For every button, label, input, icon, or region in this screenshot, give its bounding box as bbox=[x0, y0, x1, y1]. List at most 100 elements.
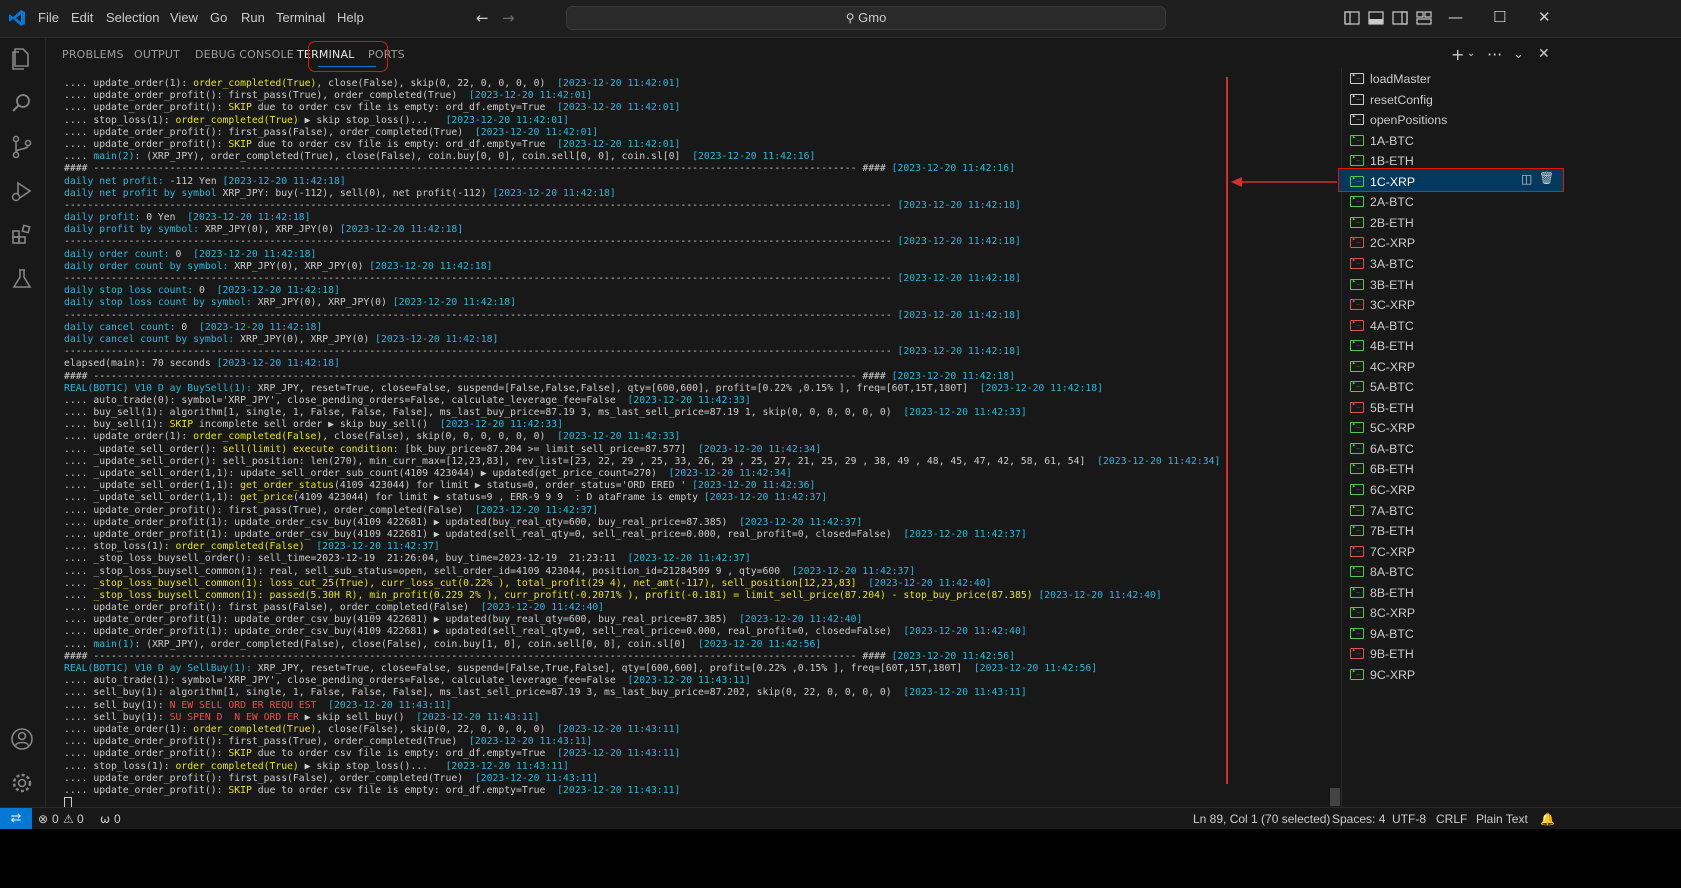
tab-problems[interactable]: PROBLEMS bbox=[62, 48, 124, 61]
menu-selection[interactable]: Selection bbox=[106, 10, 159, 25]
terminal-tab-7c-xrp[interactable]: 7C-XRP bbox=[1342, 542, 1681, 563]
menu-view[interactable]: View bbox=[170, 10, 198, 25]
terminal-tab-7b-eth[interactable]: 7B-ETH bbox=[1342, 521, 1681, 542]
maximize-icon[interactable]: ☐ bbox=[1493, 8, 1506, 26]
terminal-output[interactable]: .... update_order(1): order_completed(Tr… bbox=[64, 78, 1274, 808]
accounts-icon[interactable] bbox=[9, 726, 35, 752]
vscode-logo-icon bbox=[9, 10, 25, 26]
warning-count[interactable]: 0 bbox=[77, 812, 84, 826]
arrow-left-icon[interactable]: ← bbox=[476, 9, 489, 27]
terminal-icon bbox=[1350, 667, 1364, 680]
terminal-tab-9a-btc[interactable]: 9A-BTC bbox=[1342, 624, 1681, 645]
menu-run[interactable]: Run bbox=[241, 10, 265, 25]
terminal-tab-9c-xrp[interactable]: 9C-XRP bbox=[1342, 665, 1681, 686]
remote-indicator-icon[interactable]: ⇄ bbox=[0, 808, 32, 830]
terminal-tab-1b-eth[interactable]: 1B-ETH bbox=[1342, 151, 1681, 172]
command-center-search[interactable]: ⚲ Gmo bbox=[566, 6, 1166, 30]
terminal-text: ----------------------------------------… bbox=[64, 273, 898, 284]
terminal-icon bbox=[1350, 523, 1364, 537]
terminal-tab-2a-btc[interactable]: 2A-BTC bbox=[1342, 192, 1681, 213]
terminal-tab-5c-xrp[interactable]: 5C-XRP bbox=[1342, 418, 1681, 439]
terminal-text: order_completed(True) bbox=[193, 723, 317, 735]
ports-count[interactable]: 0 bbox=[114, 812, 121, 826]
terminal-line: .... _update_sell_order(1,1): get_order_… bbox=[64, 480, 1274, 492]
menu-file[interactable]: File bbox=[38, 10, 59, 25]
terminal-text: [2023-12-20 11:42:34] bbox=[697, 443, 822, 455]
errors-icon[interactable]: ⊗ bbox=[38, 812, 48, 826]
terminal-tab-6a-btc[interactable]: 6A-BTC bbox=[1342, 439, 1681, 460]
terminal-tab-2c-xrp[interactable]: 2C-XRP bbox=[1342, 233, 1681, 254]
indentation[interactable]: Spaces: 4 bbox=[1332, 812, 1385, 826]
settings-gear-icon[interactable] bbox=[9, 770, 35, 796]
customize-layout-icon[interactable] bbox=[1416, 11, 1432, 25]
terminal-scrollbar[interactable] bbox=[1330, 788, 1340, 806]
terminal-tab-4a-btc[interactable]: 4A-BTC bbox=[1342, 316, 1681, 337]
terminal-tab-resetconfig[interactable]: resetConfig bbox=[1342, 90, 1681, 111]
close-panel-icon[interactable]: ✕ bbox=[1538, 46, 1550, 62]
terminal-text: .... sell_buy(1): bbox=[64, 711, 170, 723]
toggle-primary-sidebar-icon[interactable] bbox=[1344, 11, 1360, 25]
language-mode[interactable]: Plain Text bbox=[1476, 812, 1528, 826]
arrow-right-icon[interactable]: → bbox=[502, 9, 515, 27]
terminal-tab-5b-eth[interactable]: 5B-ETH bbox=[1342, 398, 1681, 419]
notifications-icon[interactable]: 🔔 bbox=[1540, 812, 1555, 826]
source-control-icon[interactable] bbox=[9, 134, 35, 160]
new-terminal-icon[interactable]: + bbox=[1451, 45, 1464, 64]
close-window-icon[interactable]: ✕ bbox=[1538, 8, 1551, 26]
terminal-tab-2b-eth[interactable]: 2B-ETH bbox=[1342, 213, 1681, 234]
tab-output[interactable]: OUTPUT bbox=[134, 48, 180, 61]
more-actions-icon[interactable]: ··· bbox=[1487, 45, 1502, 64]
ports-icon[interactable]: ⍵ bbox=[100, 812, 110, 826]
search-icon[interactable] bbox=[9, 90, 35, 116]
menu-help[interactable]: Help bbox=[337, 10, 364, 25]
terminal-tab-loadmaster[interactable]: loadMaster bbox=[1342, 69, 1681, 90]
terminal-text: .... bbox=[64, 589, 94, 601]
cursor-position[interactable]: Ln 89, Col 1 (70 selected) bbox=[1193, 812, 1330, 826]
terminal-icon bbox=[1350, 482, 1364, 495]
terminal-tab-5a-btc[interactable]: 5A-BTC bbox=[1342, 377, 1681, 398]
terminal-tab-8a-btc[interactable]: 8A-BTC bbox=[1342, 562, 1681, 583]
terminal-line: REAL(BOT1C) V10 D ay SellBuy(1): XRP_JPY… bbox=[64, 663, 1274, 675]
terminal-tab-3b-eth[interactable]: 3B-ETH bbox=[1342, 275, 1681, 296]
terminal-text: SKIP bbox=[228, 102, 252, 114]
terminal-text: .... _update_sell_order(): bbox=[64, 443, 223, 455]
encoding[interactable]: UTF-8 bbox=[1392, 812, 1426, 826]
terminal-tab-6b-eth[interactable]: 6B-ETH bbox=[1342, 459, 1681, 480]
toggle-secondary-sidebar-icon[interactable] bbox=[1392, 11, 1408, 25]
toggle-panel-icon[interactable] bbox=[1368, 11, 1384, 25]
explorer-icon[interactable] bbox=[9, 46, 35, 72]
maximize-panel-icon[interactable]: ⌄ bbox=[1513, 47, 1524, 62]
terminal-text: XRP_JPY, reset=True, close=False, suspen… bbox=[257, 663, 974, 674]
terminal-tab-3c-xrp[interactable]: 3C-XRP bbox=[1342, 295, 1681, 316]
terminal-tab-1a-btc[interactable]: 1A-BTC bbox=[1342, 131, 1681, 152]
terminal-tab-3a-btc[interactable]: 3A-BTC bbox=[1342, 254, 1681, 275]
menu-terminal[interactable]: Terminal bbox=[276, 10, 325, 25]
terminal-tab-1c-xrp[interactable]: 1C-XRP bbox=[1342, 172, 1681, 193]
extensions-icon[interactable] bbox=[9, 222, 35, 248]
minimize-icon[interactable]: — bbox=[1448, 8, 1463, 26]
terminal-tab-9b-eth[interactable]: 9B-ETH bbox=[1342, 644, 1681, 665]
terminal-tab-8c-xrp[interactable]: 8C-XRP bbox=[1342, 603, 1681, 624]
terminal-tab-4b-eth[interactable]: 4B-ETH bbox=[1342, 336, 1681, 357]
terminal-line: daily net profit by symbol XRP_JPY: buy(… bbox=[64, 188, 1274, 200]
warnings-icon[interactable]: ⚠ bbox=[63, 812, 74, 826]
terminal-tab-7a-btc[interactable]: 7A-BTC bbox=[1342, 501, 1681, 522]
end-of-line[interactable]: CRLF bbox=[1436, 812, 1467, 826]
terminal-text: .... update_order_profit(1): update_orde… bbox=[64, 614, 740, 626]
terminal-text: .... update_order_profit(): bbox=[64, 784, 229, 796]
menu-go[interactable]: Go bbox=[210, 10, 227, 25]
menu-edit[interactable]: Edit bbox=[71, 10, 93, 25]
terminal-text: daily cancel count: bbox=[64, 321, 182, 333]
terminal-tab-8b-eth[interactable]: 8B-ETH bbox=[1342, 583, 1681, 604]
tab-debug-console[interactable]: DEBUG CONSOLE bbox=[195, 48, 294, 61]
testing-icon[interactable] bbox=[9, 266, 35, 292]
terminal-line: .... _stop_loss_buysell_common(1): real,… bbox=[64, 566, 1274, 578]
terminal-text: [2023-12-20 11:42:18] bbox=[897, 273, 1021, 284]
terminal-tab-6c-xrp[interactable]: 6C-XRP bbox=[1342, 480, 1681, 501]
terminal-tab-openpositions[interactable]: openPositions bbox=[1342, 110, 1681, 131]
error-count[interactable]: 0 bbox=[52, 812, 59, 826]
run-debug-icon[interactable] bbox=[9, 178, 35, 204]
terminal-tab-4c-xrp[interactable]: 4C-XRP bbox=[1342, 357, 1681, 378]
terminal-tab-label: 3C-XRP bbox=[1370, 298, 1416, 313]
chevron-down-icon[interactable]: ⌄ bbox=[1467, 48, 1475, 59]
